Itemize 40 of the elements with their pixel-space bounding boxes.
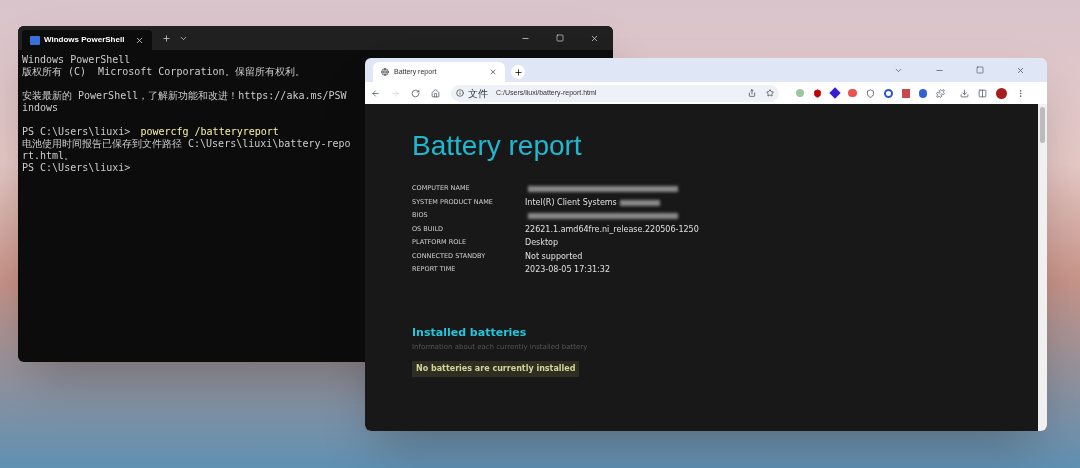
side-panel-icon[interactable] (978, 88, 987, 98)
new-tab-button[interactable] (511, 65, 525, 79)
output-text: Windows PowerShell (22, 54, 131, 65)
plus-icon (513, 67, 523, 77)
maximize-icon[interactable] (976, 66, 984, 74)
share-icon[interactable] (748, 89, 756, 97)
shield-icon[interactable] (866, 88, 875, 98)
info-value: 22621.1.amd64fre.ni_release.220506-1250 (525, 223, 699, 236)
home-icon[interactable] (431, 88, 440, 98)
puzzle-icon[interactable] (936, 88, 945, 98)
close-icon[interactable] (1016, 65, 1025, 75)
output-text: 安装最新的 PowerShell，了解新功能和改进！https://aka.ms/PSWindows (22, 90, 347, 113)
shield-icon[interactable] (813, 88, 822, 98)
prompt-text: PS C:\Users\liuxi> (22, 162, 131, 174)
info-value: Intel(R) Client Systems (525, 196, 617, 209)
output-text: 版权所有 (C) Microsoft Corporation。保留所有权利。 (22, 66, 305, 77)
notice-banner: No batteries are currently installed (412, 361, 580, 377)
prompt-text: PS C:\Users\liuxi> (22, 126, 131, 138)
command-text: powercfg /batteryreport (140, 126, 279, 138)
bookmark-star-icon[interactable] (766, 89, 774, 97)
download-icon[interactable] (960, 88, 969, 98)
info-value: Desktop (525, 237, 558, 249)
avatar[interactable] (996, 87, 1007, 99)
reload-icon[interactable] (411, 88, 420, 98)
section-title: Installed batteries (412, 325, 528, 341)
back-icon[interactable] (371, 88, 380, 98)
info-icon (456, 89, 464, 97)
close-icon[interactable] (135, 35, 144, 45)
output-text: 电池使用时间报告已保存到文件路径 C:\Users\liuxi\battery-report.html。 (22, 138, 351, 161)
info-value: 2023-08-05 17:31:32 (525, 264, 610, 276)
close-icon[interactable] (489, 68, 497, 76)
close-icon[interactable] (590, 33, 599, 43)
new-tab-icon[interactable] (162, 33, 171, 43)
report-title: Battery report (412, 129, 583, 163)
menu-icon[interactable] (1016, 88, 1025, 98)
powershell-icon (30, 35, 40, 45)
globe-icon (381, 68, 389, 76)
address-label: 文件 (468, 86, 488, 101)
info-value: Not supported (525, 250, 583, 263)
terminal-tab[interactable]: Windows PowerShell (22, 30, 152, 50)
